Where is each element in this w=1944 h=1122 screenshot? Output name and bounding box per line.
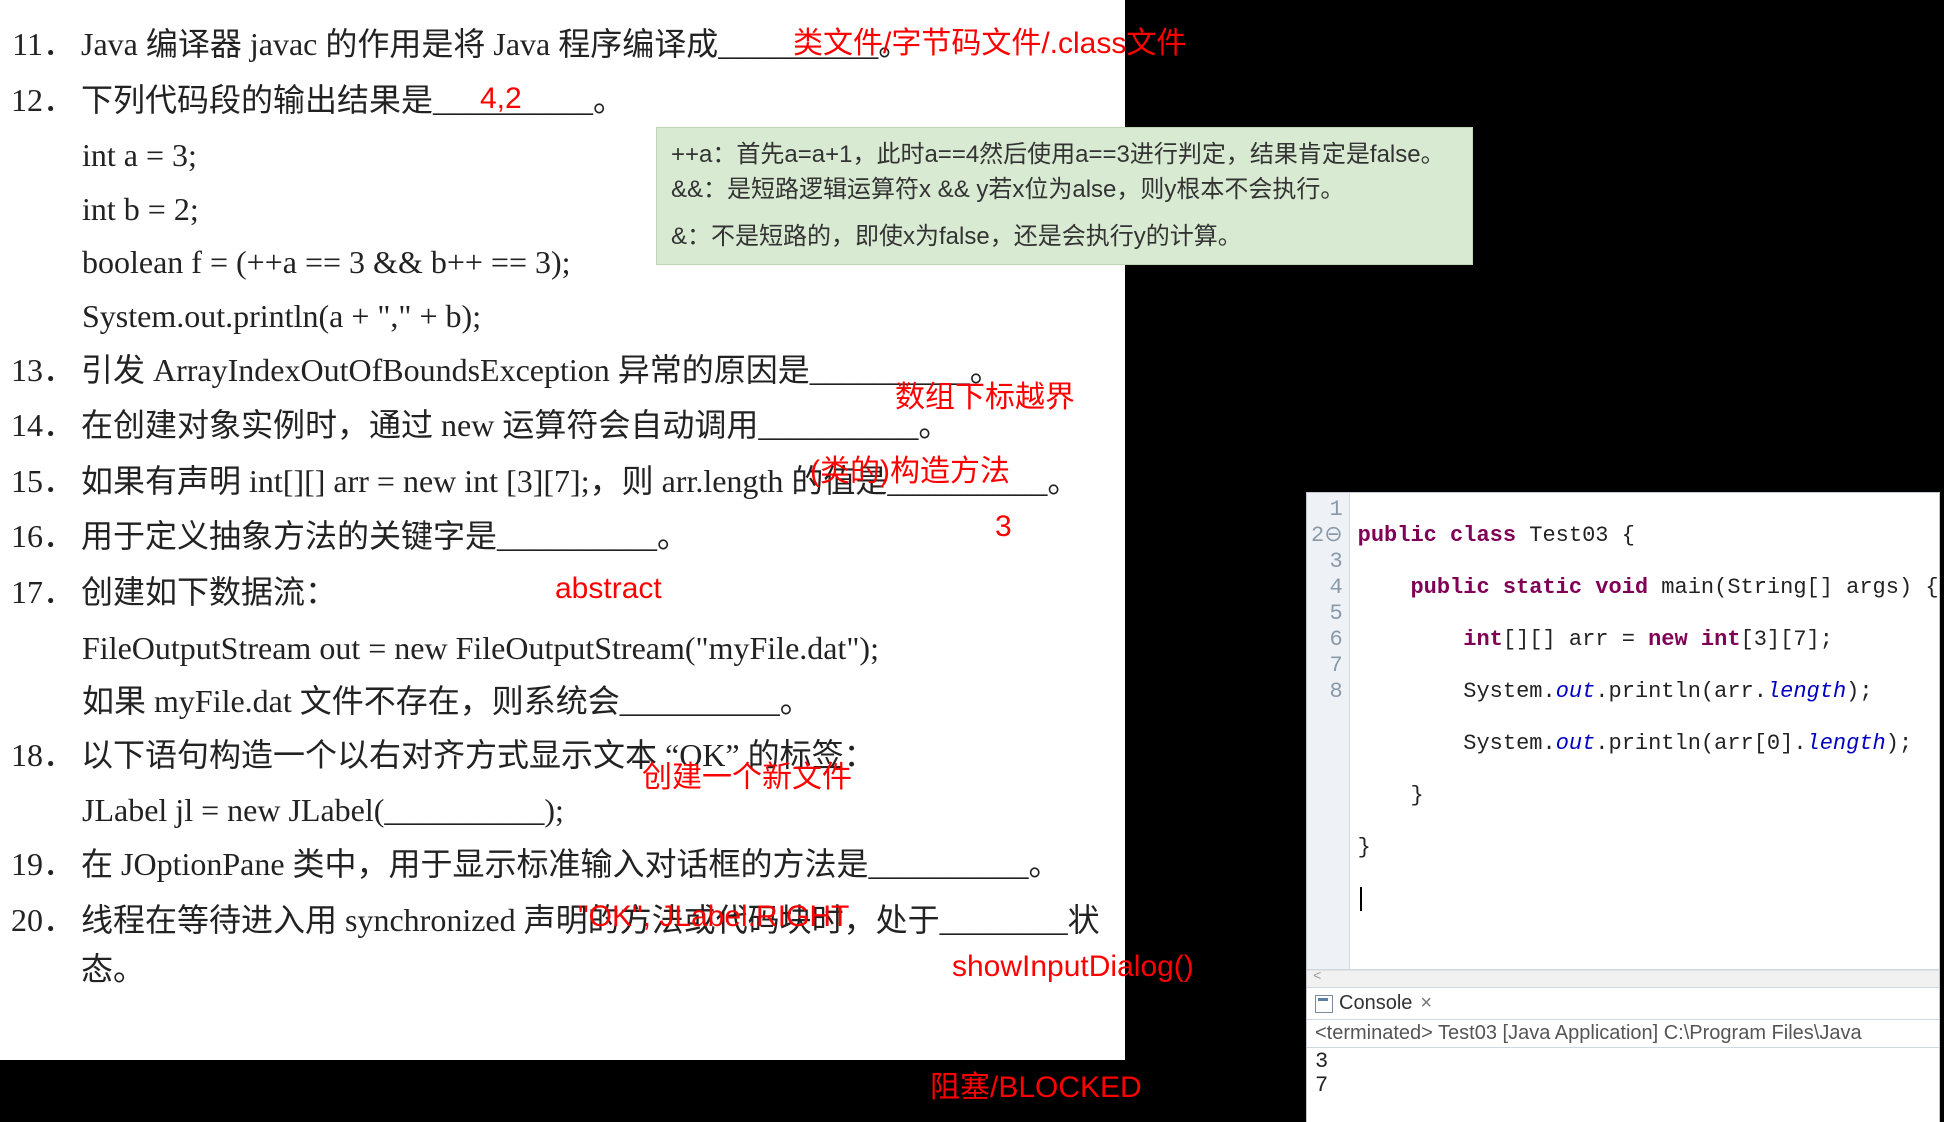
ide-hscroll[interactable] bbox=[1307, 970, 1939, 988]
answer-17: 创建一个新文件 bbox=[642, 752, 852, 796]
code-text: ); bbox=[1846, 679, 1872, 704]
answer-13: 数组下标越界 bbox=[895, 372, 1075, 416]
code-text: Test03 { bbox=[1516, 523, 1635, 548]
console-output: 3 7 bbox=[1307, 1048, 1939, 1122]
question-19: 19． 在 JOptionPane 类中，用于显示标准输入对话框的方法是____… bbox=[0, 840, 1125, 890]
line-num: 3 bbox=[1311, 549, 1343, 575]
answer-16: abstract bbox=[555, 572, 662, 606]
code-text: ); bbox=[1886, 731, 1912, 756]
close-icon[interactable]: × bbox=[1420, 992, 1432, 1015]
ide-gutter: 1 2⊖ 3 4 5 6 7 8 bbox=[1307, 493, 1350, 969]
console-icon bbox=[1315, 995, 1333, 1013]
line-num: 7 bbox=[1311, 653, 1343, 679]
kw: void bbox=[1582, 575, 1648, 600]
field: out bbox=[1556, 679, 1596, 704]
question-number: 20． bbox=[0, 896, 81, 946]
question-number: 16． bbox=[0, 512, 81, 562]
console-status: <terminated> Test03 [Java Application] C… bbox=[1307, 1020, 1939, 1048]
question-text: 在 JOptionPane 类中，用于显示标准输入对话框的方法是________… bbox=[81, 840, 1125, 890]
question-16: 16． 用于定义抽象方法的关键字是__________。 bbox=[0, 512, 1125, 562]
code-line: FileOutputStream out = new FileOutputStr… bbox=[0, 624, 1125, 674]
code-line: System.out.println(a + "," + b); bbox=[0, 292, 1125, 342]
ide-panel: 1 2⊖ 3 4 5 6 7 8 public class Test03 { p… bbox=[1306, 492, 1940, 1122]
question-tail: 如果 myFile.dat 文件不存在，则系统会__________。 bbox=[0, 677, 1125, 727]
code-text: .println(arr. bbox=[1595, 679, 1767, 704]
answer-19: showInputDialog() bbox=[952, 950, 1194, 984]
code-text: main(String[] args) { bbox=[1648, 575, 1938, 600]
line-num: 2⊖ bbox=[1311, 523, 1343, 549]
explain-line: &：不是短路的，即使x为false，还是会执行y的计算。 bbox=[671, 220, 1458, 255]
code-text: [][] arr = bbox=[1503, 627, 1648, 652]
code-line: JLabel jl = new JLabel(__________); bbox=[0, 786, 1125, 836]
question-number: 15． bbox=[0, 457, 81, 507]
line-num: 1 bbox=[1311, 497, 1343, 523]
answer-20: 阻塞/BLOCKED bbox=[930, 1062, 1142, 1106]
kw: new bbox=[1648, 627, 1688, 652]
line-num: 5 bbox=[1311, 601, 1343, 627]
field: out bbox=[1556, 731, 1596, 756]
kw: static bbox=[1490, 575, 1582, 600]
field: length bbox=[1807, 731, 1886, 756]
answer-12: 4,2 bbox=[480, 82, 522, 116]
kw: class bbox=[1437, 523, 1516, 548]
explanation-box: ++a：首先a=a+1，此时a==4然后使用a==3进行判定，结果肯定是fals… bbox=[656, 127, 1473, 265]
answer-14: (类的)构造方法 bbox=[810, 446, 1010, 490]
answer-18: "OK", JLabel.RIGHT bbox=[578, 900, 849, 934]
code-text: [3][7]; bbox=[1741, 627, 1833, 652]
question-18: 18． 以下语句构造一个以右对齐方式显示文本 “OK” 的标签： bbox=[0, 731, 1125, 781]
line-num: 4 bbox=[1311, 575, 1343, 601]
explain-line: ++a：首先a=a+1，此时a==4然后使用a==3进行判定，结果肯定是fals… bbox=[671, 138, 1458, 173]
kw: public bbox=[1358, 575, 1490, 600]
code-text: } bbox=[1358, 835, 1371, 860]
question-number: 13． bbox=[0, 346, 81, 396]
code-text: .println(arr[0]. bbox=[1595, 731, 1806, 756]
question-12: 12． 下列代码段的输出结果是__________。 bbox=[0, 76, 1125, 126]
kw: public bbox=[1358, 523, 1437, 548]
console-tab-label: Console bbox=[1339, 992, 1412, 1015]
ide-editor[interactable]: 1 2⊖ 3 4 5 6 7 8 public class Test03 { p… bbox=[1307, 493, 1939, 970]
question-number: 14． bbox=[0, 401, 81, 451]
line-num: 6 bbox=[1311, 627, 1343, 653]
answer-15: 3 bbox=[995, 510, 1012, 544]
question-number: 11． bbox=[0, 20, 81, 70]
field: length bbox=[1767, 679, 1846, 704]
ide-source[interactable]: public class Test03 { public static void… bbox=[1350, 493, 1939, 969]
question-number: 19． bbox=[0, 840, 81, 890]
cursor-icon bbox=[1360, 887, 1362, 911]
line-num: 8 bbox=[1311, 679, 1343, 705]
code-text: System. bbox=[1358, 679, 1556, 704]
question-number: 12． bbox=[0, 76, 81, 126]
question-number: 17． bbox=[0, 568, 81, 618]
explain-line: &&：是短路逻辑运算符x && y若x位为alse，则y根本不会执行。 bbox=[671, 173, 1458, 208]
console-tab[interactable]: Console × bbox=[1307, 988, 1939, 1020]
question-text: 用于定义抽象方法的关键字是__________。 bbox=[81, 512, 1125, 562]
question-text: 下列代码段的输出结果是__________。 bbox=[81, 76, 1125, 126]
kw: int bbox=[1358, 627, 1503, 652]
question-text: 以下语句构造一个以右对齐方式显示文本 “OK” 的标签： bbox=[81, 731, 1125, 781]
kw: int bbox=[1688, 627, 1741, 652]
answer-11: 类文件/字节码文件/.class文件 bbox=[793, 18, 1186, 62]
code-text: System. bbox=[1358, 731, 1556, 756]
question-number: 18． bbox=[0, 731, 81, 781]
code-text: } bbox=[1358, 783, 1424, 808]
